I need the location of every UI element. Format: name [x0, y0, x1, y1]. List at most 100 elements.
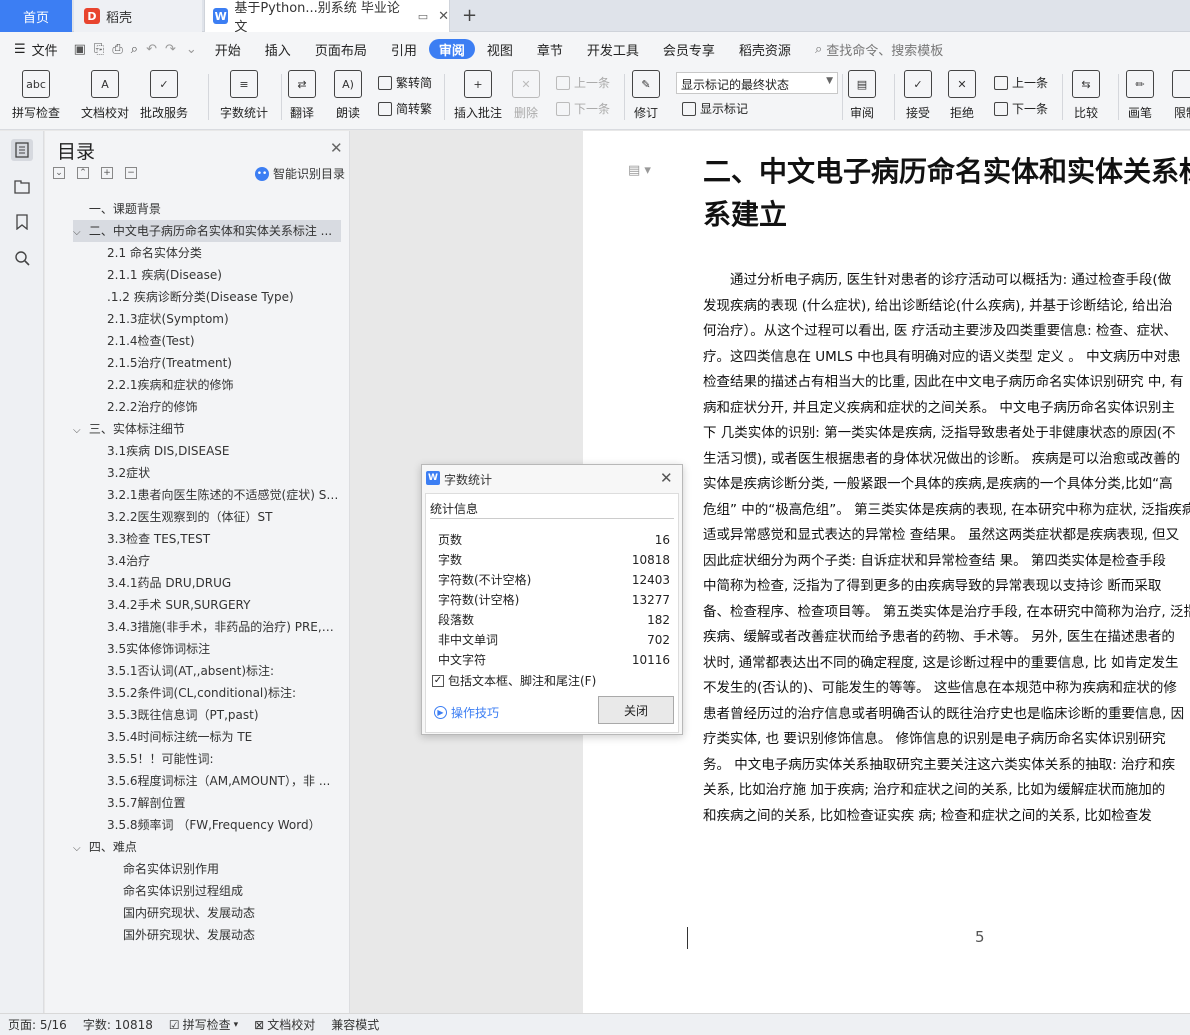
command-search[interactable]: ⌕ 查找命令、搜索模板: [803, 37, 955, 61]
toc-item[interactable]: ⌵ 三、实体标注细节: [73, 418, 341, 440]
toc-item[interactable]: 3.2症状: [107, 462, 341, 484]
remove-heading-icon[interactable]: −: [125, 167, 137, 179]
toc-item[interactable]: 3.5.1否认词(AT,,absent)标注:: [107, 660, 341, 682]
spell-check-button[interactable]: abc 拼写检查: [12, 70, 60, 121]
word-count-button[interactable]: ≡ 字数统计: [220, 70, 268, 121]
more-icon[interactable]: ⌄: [186, 42, 197, 57]
word-count-indicator[interactable]: 字数: 10818: [75, 1016, 161, 1033]
close-tab-icon[interactable]: ✕: [438, 9, 449, 24]
menu-item-layout[interactable]: 页面布局: [303, 37, 379, 61]
paragraph-menu-icon[interactable]: ▤ ▾: [628, 163, 651, 178]
toc-item[interactable]: 3.1疾病 DIS,DISEASE: [107, 440, 341, 462]
markup-mode-select[interactable]: 显示标记的最终状态 ▼: [676, 72, 838, 94]
toc-item[interactable]: 3.5.2条件词(CL,conditional)标注:: [107, 682, 341, 704]
tab-home[interactable]: 首页: [0, 0, 72, 32]
menu-item-section[interactable]: 章节: [525, 37, 575, 61]
toc-item[interactable]: 2.2.1疾病和症状的修饰: [107, 374, 341, 396]
menu-item-member[interactable]: 会员专享: [651, 37, 727, 61]
chevron-down-icon[interactable]: ⌵: [73, 420, 85, 440]
tab-document[interactable]: W 基于Python...别系统 毕业论文 ▭ ✕: [204, 0, 450, 35]
menu-item-insert[interactable]: 插入: [253, 37, 303, 61]
toc-item[interactable]: 2.1 命名实体分类: [107, 242, 341, 264]
chapter-nav-icon[interactable]: [11, 175, 33, 197]
prev-change-button[interactable]: 上一条: [994, 74, 1048, 91]
show-markup-button[interactable]: 显示标记: [682, 100, 748, 117]
chevron-down-icon[interactable]: ⌵: [73, 222, 85, 242]
toc-item[interactable]: ⌵ 四、难点: [73, 836, 341, 858]
compare-button[interactable]: ⇆ 比较: [1072, 70, 1100, 121]
toc-item[interactable]: 国外研究现状、发展动态: [123, 924, 341, 946]
review-pane-button[interactable]: ▤ 审阅: [848, 70, 876, 121]
toc-item[interactable]: 3.5.4时间标注统一标为 TE: [107, 726, 341, 748]
close-icon[interactable]: ✕: [660, 469, 673, 487]
toc-item[interactable]: 2.1.1 疾病(Disease): [107, 264, 341, 286]
pen-button[interactable]: ✏ 画笔: [1126, 70, 1154, 121]
toc-item[interactable]: 3.5.5！！可能性词:: [107, 748, 341, 770]
export-icon[interactable]: ⎘: [94, 42, 104, 57]
chevron-down-icon[interactable]: ⌵: [73, 838, 85, 858]
collapse-levels-icon[interactable]: ⌄: [53, 167, 65, 179]
prev-comment-button[interactable]: 上一条: [556, 74, 610, 91]
revise-button[interactable]: ✎ 修订: [632, 70, 660, 121]
accept-button[interactable]: ✓ 接受: [904, 70, 932, 121]
toc-item[interactable]: 2.1.5治疗(Treatment): [107, 352, 341, 374]
menu-item-references[interactable]: 引用: [379, 37, 429, 61]
tips-link[interactable]: ▶ 操作技巧: [434, 704, 499, 721]
toc-item[interactable]: 命名实体识别过程组成: [123, 880, 341, 902]
batch-service-button[interactable]: ✓ 批改服务: [140, 70, 188, 121]
restrict-button[interactable]: 限制: [1172, 70, 1190, 121]
menu-item-start[interactable]: 开始: [203, 37, 253, 61]
toc-item[interactable]: 3.5.7解剖位置: [107, 792, 341, 814]
page-indicator[interactable]: 页面: 5/16: [0, 1016, 75, 1033]
file-menu[interactable]: ☰ 文件: [0, 37, 70, 61]
toc-item[interactable]: ⌵ 二、中文电子病历命名实体和实体关系标注 ...: [73, 220, 341, 242]
toc-item[interactable]: 2.2.2治疗的修饰: [107, 396, 341, 418]
toc-item[interactable]: 3.4.3措施(非手术，非药品的治疗) PRE,p ...: [107, 616, 341, 638]
close-button[interactable]: 关闭: [598, 696, 674, 724]
tab-daoke[interactable]: D 稻壳: [74, 0, 202, 32]
add-heading-icon[interactable]: +: [101, 167, 113, 179]
search-icon[interactable]: [11, 247, 33, 269]
toc-item[interactable]: 3.5.3既往信息词（PT,past): [107, 704, 341, 726]
toc-item[interactable]: .1.2 疾病诊断分类(Disease Type): [107, 286, 341, 308]
expand-levels-icon[interactable]: ⌃: [77, 167, 89, 179]
menu-item-review[interactable]: 审阅: [428, 39, 475, 59]
read-aloud-button[interactable]: A) 朗读: [334, 70, 362, 121]
toc-item[interactable]: 2.1.3症状(Symptom): [107, 308, 341, 330]
new-tab-icon[interactable]: +: [462, 5, 477, 26]
include-textbox-checkbox[interactable]: ✓ 包括文本框、脚注和尾注(F): [432, 672, 596, 689]
toc-item[interactable]: 命名实体识别作用: [123, 858, 341, 880]
toc-item[interactable]: 3.4治疗: [107, 550, 341, 572]
bookmark-icon[interactable]: [11, 211, 33, 233]
simp-to-trad-button[interactable]: 简转繁: [378, 100, 432, 117]
toc-item[interactable]: 国内研究现状、发展动态: [123, 902, 341, 924]
toc-item[interactable]: 3.5实体修饰词标注: [107, 638, 341, 660]
next-comment-button[interactable]: 下一条: [556, 100, 610, 117]
translate-button[interactable]: ⇄ 翻译: [288, 70, 316, 121]
toc-item[interactable]: 3.4.2手术 SUR,SURGERY: [107, 594, 341, 616]
next-change-button[interactable]: 下一条: [994, 100, 1048, 117]
menu-item-daoke[interactable]: 稻壳资源: [727, 37, 803, 61]
toc-item[interactable]: 一、课题背景: [73, 198, 341, 220]
preview-icon[interactable]: ⌕: [131, 42, 138, 57]
reject-button[interactable]: ✕ 拒绝: [948, 70, 976, 121]
smart-toc-button[interactable]: •• 智能识别目录: [255, 165, 345, 182]
print-icon[interactable]: ⎙: [112, 42, 122, 57]
toc-item[interactable]: 3.5.6程度词标注（AM,AMOUNT），非 ...: [107, 770, 341, 792]
toc-item[interactable]: 3.5.8频率词 （FW,Frequency Word）: [107, 814, 341, 836]
spell-check-status[interactable]: ☑ 拼写检查 ▾: [161, 1016, 246, 1033]
toc-item[interactable]: 3.2.1患者向医生陈述的不适感觉(症状) S ...: [107, 484, 341, 506]
toc-item[interactable]: 3.3检查 TES,TEST: [107, 528, 341, 550]
redo-icon[interactable]: ↷: [165, 42, 176, 57]
float-window-icon[interactable]: ▭: [418, 10, 428, 23]
delete-comment-button[interactable]: ✕ 删除: [512, 70, 540, 121]
doc-check-status[interactable]: ⊠ 文档校对: [246, 1016, 323, 1033]
toc-nav-icon[interactable]: [11, 139, 33, 161]
toc-item[interactable]: 3.2.2医生观察到的（体征）ST: [107, 506, 341, 528]
menu-item-view[interactable]: 视图: [475, 37, 525, 61]
save-icon[interactable]: ▣: [74, 42, 86, 57]
doc-check-button[interactable]: A 文档校对: [81, 70, 129, 121]
toc-item[interactable]: 2.1.4检查(Test): [107, 330, 341, 352]
toc-item[interactable]: 3.4.1药品 DRU,DRUG: [107, 572, 341, 594]
trad-to-simp-button[interactable]: 繁转简: [378, 74, 432, 91]
